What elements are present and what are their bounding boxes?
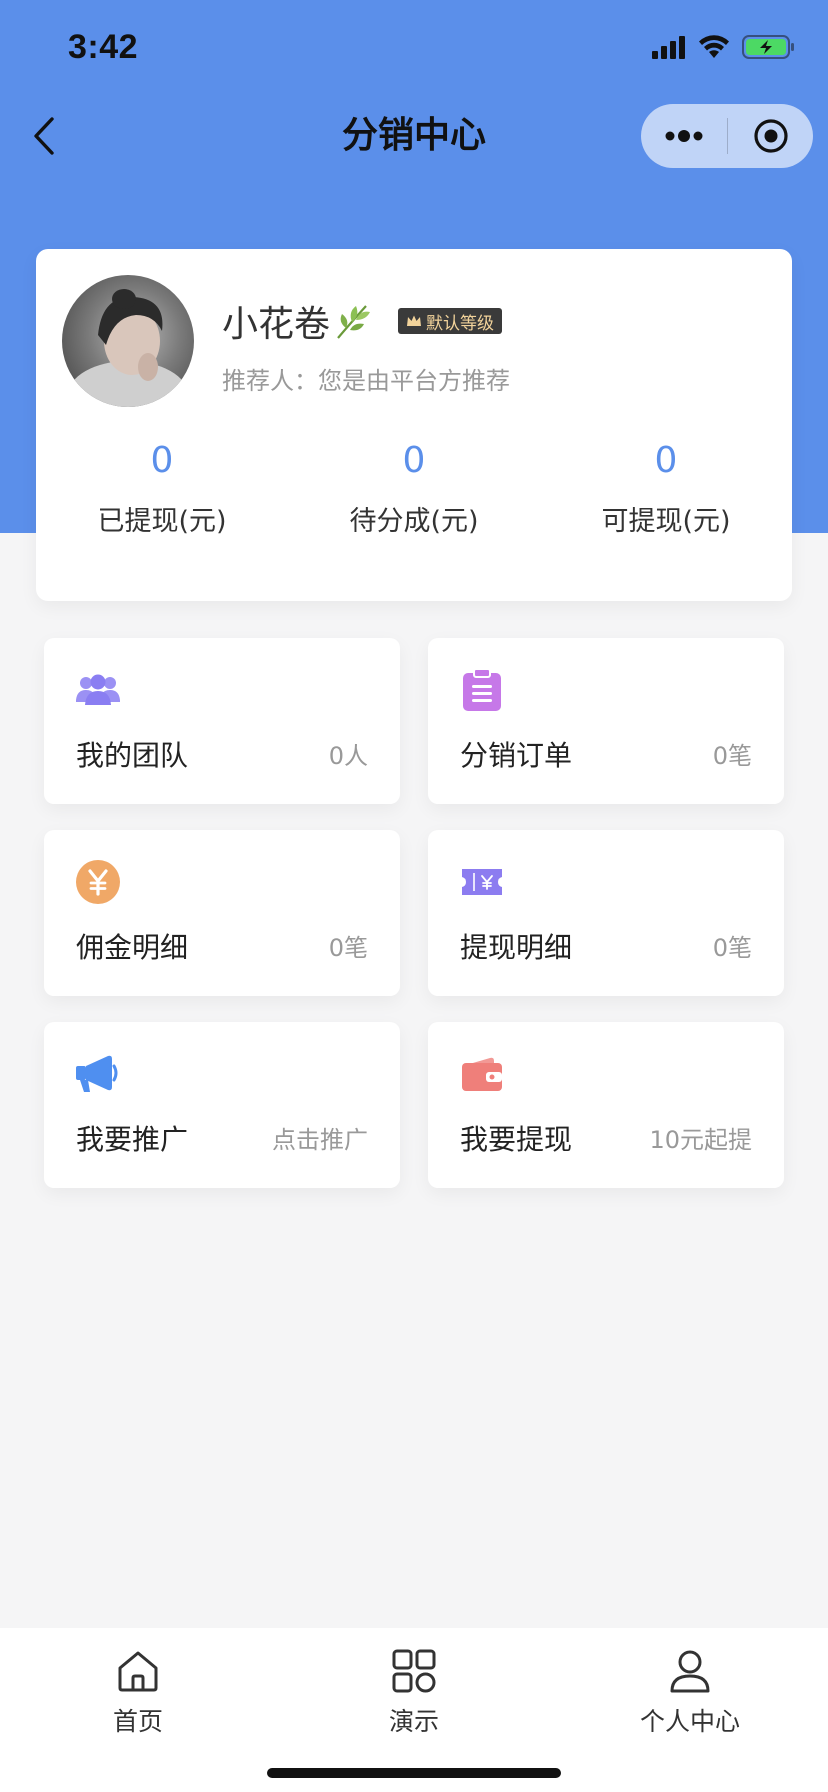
signal-icon xyxy=(652,36,685,59)
status-bar: 3:42 xyxy=(0,0,828,100)
menu-withdrawal-details[interactable]: 提现明细 0笔 xyxy=(428,830,784,996)
menu-meta: 0笔 xyxy=(712,934,752,962)
megaphone-icon xyxy=(76,1052,120,1096)
grid-icon xyxy=(392,1649,436,1693)
battery-icon xyxy=(742,35,794,59)
user-name: 小花卷 xyxy=(222,304,331,345)
home-icon xyxy=(118,1651,158,1692)
menu-my-team[interactable]: 我的团队 0人 xyxy=(44,638,400,804)
wallet-icon xyxy=(460,1052,504,1096)
avatar[interactable] xyxy=(62,275,194,407)
stat-pending[interactable]: 0 待分成(元) xyxy=(288,439,540,538)
leaf-icon xyxy=(332,300,374,342)
target-close-icon xyxy=(753,119,788,153)
stat-value: 0 xyxy=(150,440,174,481)
level-badge: 默认等级 xyxy=(398,308,503,334)
status-icons xyxy=(652,34,796,60)
tab-label: 首页 xyxy=(112,1707,163,1736)
level-badge-label: 默认等级 xyxy=(426,313,495,334)
referrer-text: 推荐人：您是由平台方推荐 xyxy=(222,367,510,395)
stat-withdrawn[interactable]: 0 已提现(元) xyxy=(36,439,288,538)
yen-coin-icon xyxy=(76,860,120,904)
wifi-icon xyxy=(699,35,729,58)
menu-meta: 10元起提 xyxy=(649,1126,752,1154)
menu-title: 我要提现 xyxy=(460,1123,573,1156)
clipboard-icon xyxy=(460,668,504,712)
menu-meta: 点击推广 xyxy=(272,1126,368,1154)
person-icon xyxy=(670,1650,710,1693)
stat-label: 可提现(元) xyxy=(601,506,731,537)
team-icon xyxy=(76,668,120,712)
menu-title: 分销订单 xyxy=(460,739,573,772)
status-time: 3:42 xyxy=(68,28,139,66)
crown-icon xyxy=(407,315,422,326)
more-dots-icon xyxy=(665,130,703,142)
menu-title: 我的团队 xyxy=(76,739,189,772)
stat-value: 0 xyxy=(402,440,426,481)
menu-meta: 0人 xyxy=(328,742,368,770)
profile-card: 小花卷 默认等级 推荐人：您是由平台方推荐 0 已提现(元) 0 待分成(元) xyxy=(36,249,792,601)
user-name-row: 小花卷 默认等级 xyxy=(222,295,503,347)
mini-program-capsule xyxy=(641,104,813,168)
tab-label: 演示 xyxy=(388,1707,439,1736)
menu-promote[interactable]: 我要推广 点击推广 xyxy=(44,1022,400,1188)
more-button[interactable] xyxy=(641,104,727,168)
menu-withdraw[interactable]: 我要提现 10元起提 xyxy=(428,1022,784,1188)
menu-meta: 0笔 xyxy=(328,934,368,962)
menu-title: 佣金明细 xyxy=(76,931,189,964)
close-button[interactable] xyxy=(728,104,813,168)
tab-demo[interactable]: 演示 xyxy=(334,1648,494,1738)
tab-label: 个人中心 xyxy=(639,1707,740,1736)
tab-home[interactable]: 首页 xyxy=(58,1648,218,1738)
menu-distribution-orders[interactable]: 分销订单 0笔 xyxy=(428,638,784,804)
tab-bar: 首页 演示 个人中心 xyxy=(0,1628,828,1792)
menu-title: 我要推广 xyxy=(76,1123,189,1156)
stat-available[interactable]: 0 可提现(元) xyxy=(540,439,792,538)
menu-title: 提现明细 xyxy=(460,931,573,964)
stats-row: 0 已提现(元) 0 待分成(元) 0 可提现(元) xyxy=(36,439,792,538)
stat-value: 0 xyxy=(654,440,678,481)
yen-ticket-icon xyxy=(460,860,504,904)
menu-meta: 0笔 xyxy=(712,742,752,770)
stat-label: 待分成(元) xyxy=(349,506,479,537)
tab-profile[interactable]: 个人中心 xyxy=(610,1648,770,1738)
stat-label: 已提现(元) xyxy=(97,506,227,537)
home-indicator xyxy=(267,1768,561,1778)
avatar-portrait-icon xyxy=(68,289,188,407)
menu-commission-details[interactable]: 佣金明细 0笔 xyxy=(44,830,400,996)
